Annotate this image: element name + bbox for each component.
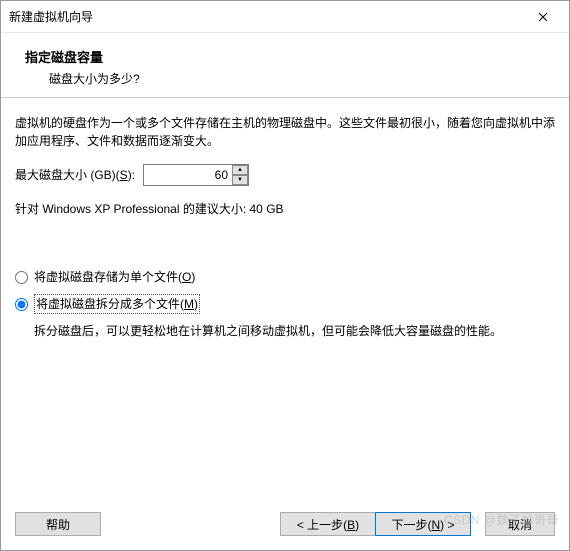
radio-single-file-input[interactable] (15, 271, 28, 284)
disk-size-spinner: ▲ ▼ (143, 164, 249, 186)
wizard-header: 指定磁盘容量 磁盘大小为多少? (1, 33, 569, 98)
close-icon (538, 12, 548, 22)
max-disk-size-label: 最大磁盘大小 (GB)(S): (15, 166, 135, 184)
radio-single-file[interactable]: 将虚拟磁盘存储为单个文件(O) (15, 268, 555, 286)
disk-file-radio-group: 将虚拟磁盘存储为单个文件(O) 将虚拟磁盘拆分成多个文件(M) 拆分磁盘后，可以… (15, 268, 555, 341)
radio-split-file-label: 将虚拟磁盘拆分成多个文件(M) (34, 294, 200, 314)
max-disk-size-row: 最大磁盘大小 (GB)(S): ▲ ▼ (15, 164, 555, 186)
spinner-down-button[interactable]: ▼ (232, 175, 248, 185)
close-button[interactable] (525, 5, 561, 29)
radio-single-file-label: 将虚拟磁盘存储为单个文件(O) (34, 268, 195, 286)
cancel-button[interactable]: 取消 (485, 512, 555, 536)
next-button[interactable]: 下一步(N) > (375, 512, 471, 536)
back-button[interactable]: < 上一步(B) (280, 512, 376, 536)
spinner-up-button[interactable]: ▲ (232, 165, 248, 175)
window-title: 新建虚拟机向导 (9, 8, 93, 25)
titlebar: 新建虚拟机向导 (1, 1, 569, 33)
description-text: 虚拟机的硬盘作为一个或多个文件存储在主机的物理磁盘中。这些文件最初很小，随着您向… (15, 114, 555, 150)
radio-split-file-desc: 拆分磁盘后，可以更轻松地在计算机之间移动虚拟机，但可能会降低大容量磁盘的性能。 (34, 322, 555, 341)
suggested-size-text: 针对 Windows XP Professional 的建议大小: 40 GB (15, 200, 555, 218)
wizard-footer: 帮助 < 上一步(B) 下一步(N) > 取消 (1, 502, 569, 550)
content-area: 虚拟机的硬盘作为一个或多个文件存储在主机的物理磁盘中。这些文件最初很小，随着您向… (1, 98, 569, 502)
radio-split-file[interactable]: 将虚拟磁盘拆分成多个文件(M) (15, 294, 555, 314)
help-button[interactable]: 帮助 (15, 512, 101, 536)
radio-split-file-input[interactable] (15, 298, 28, 311)
page-subtitle: 磁盘大小为多少? (49, 70, 561, 87)
page-title: 指定磁盘容量 (25, 47, 561, 66)
